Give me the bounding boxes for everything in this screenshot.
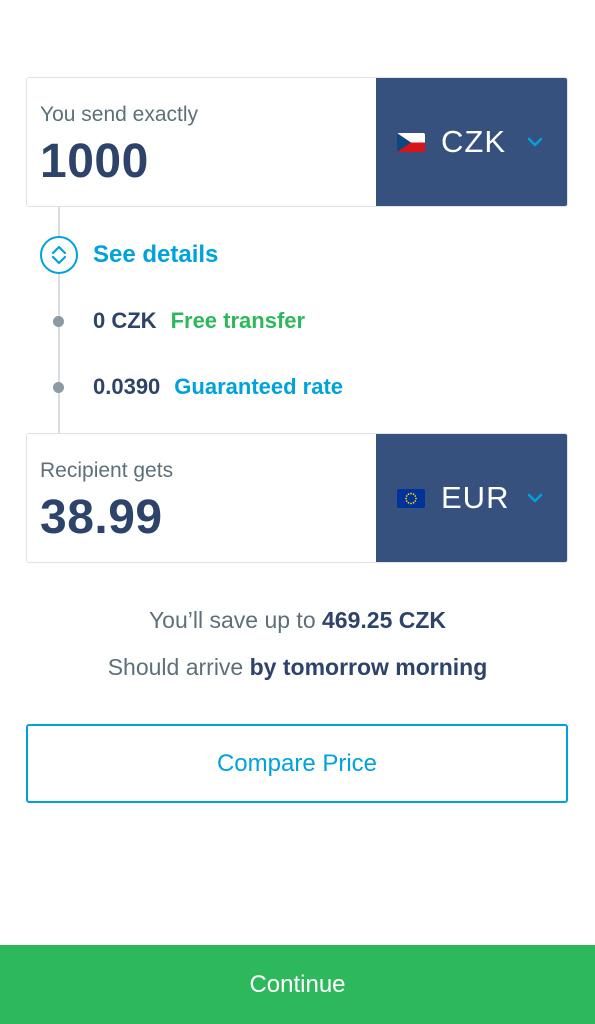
arrival-text: Should arrive by tomorrow morning xyxy=(0,654,595,681)
arrival-time: by tomorrow morning xyxy=(249,654,488,680)
chevron-down-icon xyxy=(527,493,543,503)
see-details-label: See details xyxy=(93,241,219,268)
continue-button[interactable]: Continue xyxy=(0,945,595,1024)
rate-row: 0.0390 Guaranteed rate xyxy=(0,374,343,400)
send-amount-field[interactable]: You send exactly 1000 xyxy=(27,78,376,206)
expand-collapse-icon xyxy=(40,236,78,274)
receive-amount-input[interactable]: 38.99 xyxy=(40,492,376,544)
savings-text: You’ll save up to 469.25 CZK xyxy=(0,607,595,634)
guaranteed-rate-link[interactable]: Guaranteed rate xyxy=(174,374,343,400)
chevron-down-icon xyxy=(527,137,543,147)
timeline-dot xyxy=(53,381,64,393)
eu-flag-icon xyxy=(397,488,425,508)
compare-price-button[interactable]: Compare Price xyxy=(26,724,568,803)
arrival-prefix: Should arrive xyxy=(107,654,250,680)
czech-flag-icon xyxy=(397,132,425,152)
rate-value: 0.0390 xyxy=(93,374,161,399)
send-amount-input[interactable]: 1000 xyxy=(40,136,376,188)
receive-amount-label: Recipient gets xyxy=(40,459,174,482)
send-currency-code: CZK xyxy=(441,124,506,159)
send-amount-box: You send exactly 1000 CZK xyxy=(26,77,568,207)
receive-amount-box: Recipient gets 38.99 EUR xyxy=(26,433,568,563)
fee-row: 0 CZK Free transfer xyxy=(0,308,305,334)
send-currency-select[interactable]: CZK xyxy=(376,78,567,206)
transfer-calculator: You send exactly 1000 CZK See details 0 … xyxy=(0,0,595,1024)
fee-amount: 0 CZK xyxy=(93,308,157,333)
receive-currency-select[interactable]: EUR xyxy=(376,434,567,562)
receive-amount-field[interactable]: Recipient gets 38.99 xyxy=(27,434,376,562)
timeline-dot xyxy=(53,315,64,327)
receive-currency-code: EUR xyxy=(441,480,510,515)
savings-amount: 469.25 CZK xyxy=(322,607,447,633)
savings-prefix: You’ll save up to xyxy=(148,607,323,633)
send-amount-label: You send exactly xyxy=(40,103,199,126)
fee-label: Free transfer xyxy=(170,308,306,333)
see-details-toggle[interactable]: See details xyxy=(40,236,218,274)
